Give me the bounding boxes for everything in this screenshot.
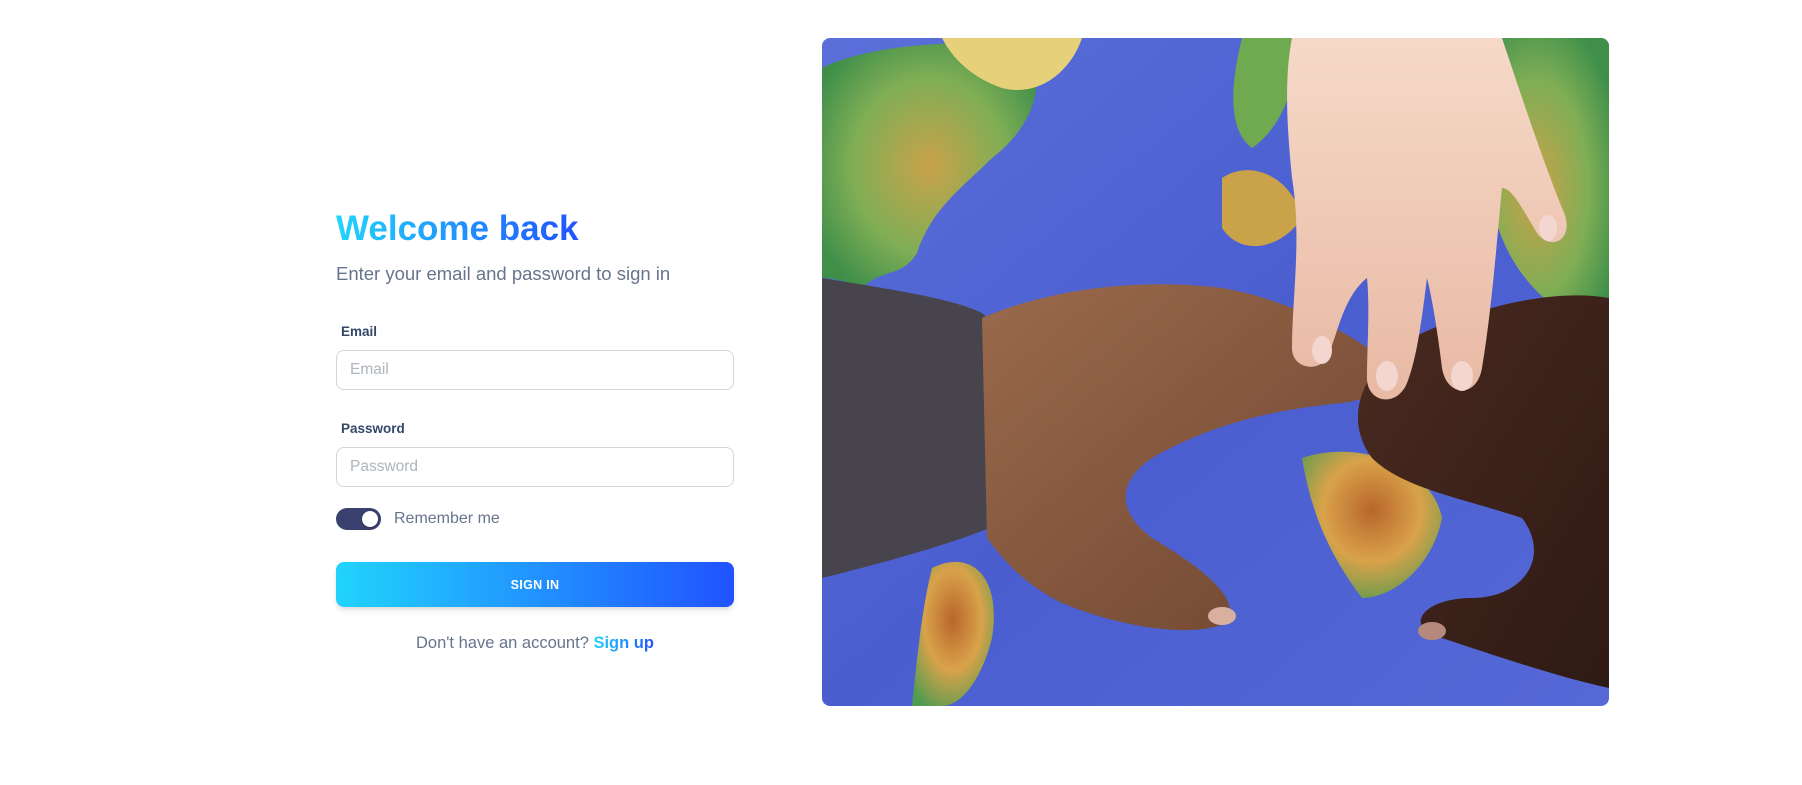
hero-image	[822, 38, 1609, 706]
remember-me-label[interactable]: Remember me	[394, 510, 500, 528]
sign-in-button[interactable]: SIGN IN	[336, 562, 734, 607]
sign-in-page: Welcome back Enter your email and passwo…	[0, 0, 1802, 785]
sign-in-form: Welcome back Enter your email and passwo…	[336, 205, 734, 653]
hands-on-world-map-image	[822, 38, 1609, 706]
email-field[interactable]	[336, 350, 734, 390]
page-subtitle: Enter your email and password to sign in	[336, 263, 671, 284]
remember-me-row: Remember me	[336, 507, 734, 531]
email-label: Email	[341, 324, 378, 339]
signup-row: Don't have an account? Sign up	[336, 634, 734, 653]
password-field[interactable]	[336, 447, 734, 487]
toggle-knob	[362, 511, 378, 527]
page-title: Welcome back	[336, 205, 579, 253]
remember-me-toggle[interactable]	[336, 508, 381, 530]
password-label: Password	[341, 421, 405, 436]
signup-prompt: Don't have an account?	[416, 634, 589, 652]
sign-up-link[interactable]: Sign up	[593, 634, 654, 652]
